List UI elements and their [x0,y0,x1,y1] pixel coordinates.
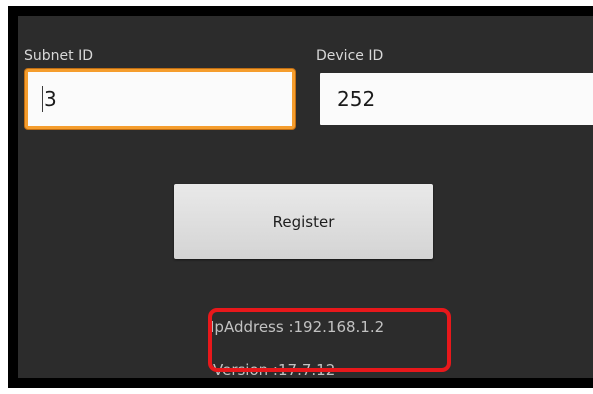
text-cursor [42,86,43,112]
device-id-input[interactable]: 252 [320,73,593,125]
device-id-label: Device ID [316,48,384,64]
app-screen: Subnet ID 3 Device ID 252 Register IpAdd… [8,6,593,388]
screenshot-frame: Subnet ID 3 Device ID 252 Register IpAdd… [0,0,593,394]
ip-address-text: IpAddress :192.168.1.2 [210,318,385,336]
device-id-value: 252 [337,87,376,111]
version-text: Version :17.7.12 [213,361,336,379]
subnet-id-value: 3 [44,87,57,111]
register-button[interactable]: Register [174,184,433,259]
subnet-id-input[interactable]: 3 [25,69,295,129]
subnet-id-label: Subnet ID [24,48,93,64]
